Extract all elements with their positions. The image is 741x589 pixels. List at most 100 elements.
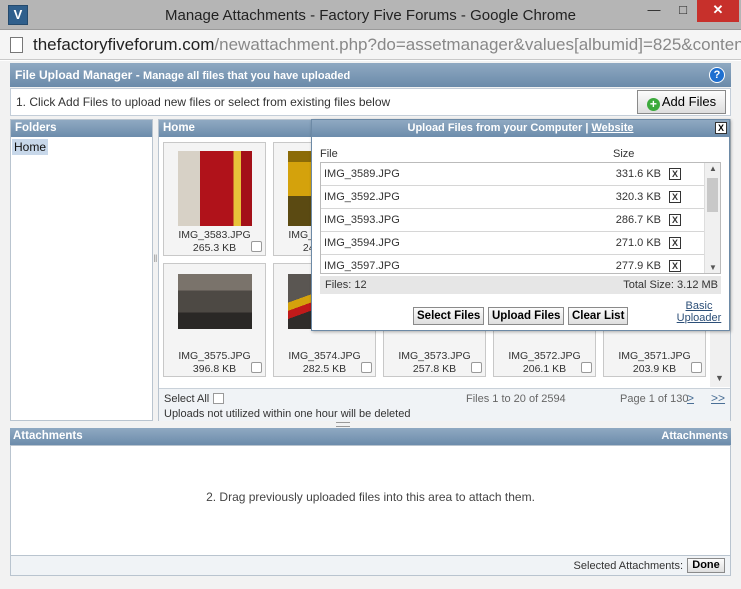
thumbnail-checkbox[interactable] — [691, 362, 702, 373]
instructions-text: 1. Click Add Files to upload new files o… — [16, 95, 391, 109]
file-thumbnail[interactable]: IMG_3583.JPG 265.3 KB — [163, 142, 266, 256]
upload-manager-header: File Upload Manager - Manage all files t… — [10, 63, 731, 87]
thumbnail-name: IMG_3574.JPG — [288, 350, 361, 362]
remove-file-button[interactable]: X — [669, 237, 681, 249]
thumbnail-size: 203.9 KB — [632, 363, 677, 375]
remove-file-button[interactable]: X — [669, 260, 681, 272]
upload-manager-subtitle: Manage all files that you have uploaded — [143, 70, 351, 82]
thumbnail-name: IMG_3571.JPG — [618, 350, 691, 362]
add-files-button[interactable]: + Add Files — [637, 90, 726, 114]
upload-summary: Files: 12 Total Size: 3.12 MB — [320, 276, 721, 294]
maximize-button[interactable]: □ — [670, 0, 696, 22]
remove-file-button[interactable]: X — [669, 168, 681, 180]
thumbnail-image — [178, 151, 252, 226]
select-all-checkbox[interactable] — [213, 393, 225, 404]
select-files-button[interactable]: Select Files — [413, 307, 485, 325]
upload-row: IMG_3593.JPG 286.7 KB X — [321, 209, 705, 232]
url-host: thefactoryfiveforum.com — [33, 35, 215, 54]
upload-file-size: 286.7 KB — [615, 214, 661, 226]
attachments-title: Attachments — [13, 430, 83, 442]
folders-title: Folders — [11, 120, 152, 137]
deletion-warning: Uploads not utilized within one hour wil… — [164, 408, 411, 420]
attachments-right-title: Attachments — [661, 430, 728, 442]
window-title: Manage Attachments - Factory Five Forums… — [165, 7, 576, 24]
file-thumbnail[interactable]: IMG_3575.JPG 396.8 KB — [163, 263, 266, 377]
size-column-header: Size — [613, 148, 635, 160]
clear-list-button[interactable]: Clear List — [568, 307, 629, 325]
upload-file-name: IMG_3597.JPG — [324, 260, 400, 272]
scroll-down-icon[interactable]: ▼ — [709, 263, 717, 272]
plus-icon: + — [646, 98, 660, 111]
thumbnail-name: IMG_3573.JPG — [398, 350, 471, 362]
attachments-drop-area[interactable]: 2. Drag previously uploaded files into t… — [10, 445, 731, 556]
upload-file-size: 277.9 KB — [615, 260, 661, 272]
upload-dialog-title: Upload Files from your Computer — [407, 122, 583, 134]
upload-file-count: Files: 12 — [325, 279, 367, 291]
upload-row: IMG_3592.JPG 320.3 KB X — [321, 186, 705, 209]
upload-file-name: IMG_3594.JPG — [324, 237, 400, 249]
address-bar[interactable]: thefactoryfiveforum.com/newattachment.ph… — [0, 30, 741, 60]
scrollbar-thumb[interactable] — [707, 178, 718, 212]
thumbnail-name: IMG_3572.JPG — [508, 350, 581, 362]
thumbnail-checkbox[interactable] — [251, 241, 262, 252]
help-icon[interactable]: ? — [709, 67, 725, 83]
scroll-up-icon[interactable]: ▲ — [709, 164, 717, 173]
folders-panel: Folders Home — [10, 119, 153, 421]
upload-total-size: Total Size: 3.12 MB — [623, 279, 718, 291]
upload-file-size: 320.3 KB — [615, 191, 661, 203]
thumbnail-size: 206.1 KB — [522, 363, 567, 375]
selected-attachments-label: Selected Attachments: — [573, 560, 683, 572]
url-text[interactable]: thefactoryfiveforum.com/newattachment.ph… — [33, 35, 741, 55]
upload-file-name: IMG_3593.JPG — [324, 214, 400, 226]
upload-dialog-header: Upload Files from your Computer | Websit… — [312, 120, 729, 137]
close-window-button[interactable]: ✕ — [697, 0, 739, 22]
window-titlebar: V Manage Attachments - Factory Five Foru… — [0, 0, 741, 30]
thumbnail-checkbox[interactable] — [471, 362, 482, 373]
next-page-link[interactable]: > — [687, 391, 694, 405]
folder-item-home[interactable]: Home — [12, 139, 49, 155]
url-path: /newattachment.php?do=assetmanager&value… — [214, 35, 741, 54]
thumbnail-size: 257.8 KB — [412, 363, 457, 375]
resize-grip[interactable] — [336, 422, 350, 427]
remove-file-button[interactable]: X — [669, 214, 681, 226]
remove-file-button[interactable]: X — [669, 191, 681, 203]
upload-row: IMG_3589.JPG 331.6 KB X — [321, 163, 705, 186]
website-link[interactable]: Website — [592, 122, 634, 134]
thumbnail-size: 265.3 KB — [192, 242, 237, 254]
thumbnail-size: 282.5 KB — [302, 363, 347, 375]
thumbnail-size: 396.8 KB — [192, 363, 237, 375]
upload-files-button[interactable]: Upload Files — [488, 307, 565, 325]
thumbnail-image — [178, 274, 252, 329]
scroll-down-icon[interactable]: ▼ — [715, 373, 724, 383]
add-files-label: Add Files — [661, 94, 717, 109]
instructions-bar: 1. Click Add Files to upload new files o… — [10, 88, 731, 116]
basic-uploader-line2: Uploader — [676, 312, 722, 324]
page-icon — [10, 37, 23, 53]
upload-row: IMG_3597.JPG 277.9 KB X — [321, 255, 705, 278]
thumbnail-checkbox[interactable] — [361, 362, 372, 373]
file-count: Files 1 to 20 of 2594 — [466, 393, 566, 405]
upload-file-size: 271.0 KB — [615, 237, 661, 249]
thumbnail-name: IMG_3583.JPG — [178, 229, 251, 241]
minimize-button[interactable]: — — [640, 0, 668, 22]
basic-uploader-line1: Basic — [685, 300, 713, 312]
attachments-header: Attachments Attachments — [10, 428, 731, 445]
upload-dialog-separator: | — [585, 122, 589, 134]
drag-instructions: 2. Drag previously uploaded files into t… — [206, 490, 535, 504]
upload-file-name: IMG_3589.JPG — [324, 168, 400, 180]
upload-file-list: IMG_3589.JPG 331.6 KB X IMG_3592.JPG 320… — [320, 162, 721, 274]
select-all[interactable]: Select All — [164, 393, 225, 405]
files-footer: Select All Uploads not utilized within o… — [159, 388, 730, 421]
thumbnail-checkbox[interactable] — [581, 362, 592, 373]
done-button[interactable]: Done — [687, 558, 725, 573]
basic-uploader-link[interactable]: Basic Uploader — [676, 300, 722, 324]
last-page-link[interactable]: >> — [711, 391, 725, 405]
upload-list-scrollbar[interactable]: ▲ ▼ — [704, 163, 720, 273]
select-all-label: Select All — [164, 393, 210, 405]
upload-close-button[interactable]: X — [715, 122, 727, 134]
upload-manager-title: File Upload Manager — [15, 68, 133, 82]
upload-file-size: 331.6 KB — [615, 168, 661, 180]
upload-row: IMG_3594.JPG 271.0 KB X — [321, 232, 705, 255]
attachments-footer: Selected Attachments: Done — [10, 556, 731, 576]
thumbnail-checkbox[interactable] — [251, 362, 262, 373]
